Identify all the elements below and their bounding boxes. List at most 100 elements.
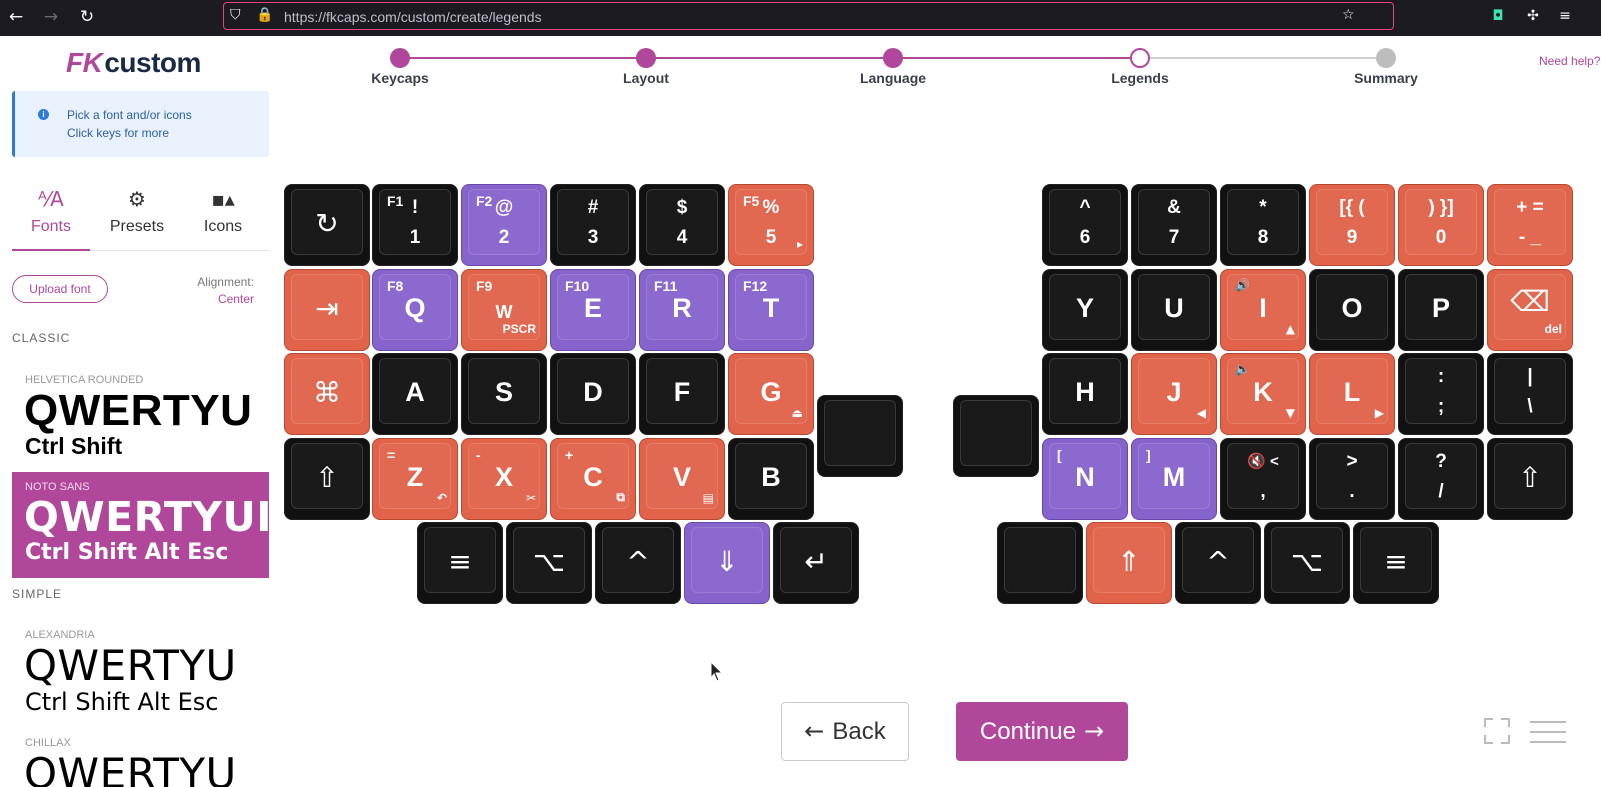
alignment-value[interactable]: Center [190,292,254,306]
address-bar[interactable]: ⛉ 🔒 https://fkcaps.com/custom/create/leg… [223,2,1394,30]
key-m[interactable]: ] M [1131,438,1217,520]
key-layer-up[interactable]: ⇑ [1086,522,1172,604]
key-j[interactable]: J ◀ [1131,353,1217,435]
back-button[interactable]: ← Back [781,702,909,761]
key-i[interactable]: 🔊 I ▲ [1220,269,1306,351]
key-s[interactable]: S [461,353,547,435]
key-d[interactable]: D [550,353,636,435]
key-w[interactable]: F9 W PSCR [461,269,547,351]
shield-icon[interactable]: ⛉ [230,7,241,23]
key-p[interactable]: P [1398,269,1484,351]
pocket-icon[interactable]: ◘ [1488,6,1508,26]
key-q[interactable]: F8 Q [372,269,458,351]
url-text[interactable]: https://fkcaps.com/custom/create/legends [284,9,542,25]
key-semicolon[interactable]: :; [1398,353,1484,435]
section-simple-heading: SIMPLE [12,587,63,601]
font-option-noto-sans[interactable]: NOTO SANS QWERTYUI Ctrl Shift Alt Esc [12,472,269,578]
step-language-label[interactable]: Language [833,70,953,86]
key-r[interactable]: F11 R [639,269,725,351]
key-1[interactable]: F1! 1 [372,184,458,266]
key-6[interactable]: ^ 6 [1042,184,1128,266]
key-n[interactable]: [N [1042,438,1128,520]
key-0[interactable]: ) }] 0 [1398,184,1484,266]
key-option-right[interactable]: ⌥ [1264,522,1350,604]
key-shift-right[interactable]: ⇧ [1487,438,1573,520]
key-control-left[interactable]: ^ [595,522,681,604]
step-language-dot[interactable] [883,48,903,68]
key-x[interactable]: - X ✂ [461,438,547,520]
key-layer-down[interactable]: ⇓ [684,522,770,604]
step-layout-dot[interactable] [636,48,656,68]
key-o[interactable]: O [1309,269,1395,351]
star-icon[interactable]: ☆ [1342,7,1355,23]
step-legends-dot[interactable] [1130,48,1150,68]
key-shift-left[interactable]: ⇧ [284,438,370,520]
key-k[interactable]: 🔈 K ▼ [1220,353,1306,435]
key-g[interactable]: G ⏏ [728,353,814,435]
key-f[interactable]: F [639,353,725,435]
key-8[interactable]: * 8 [1220,184,1306,266]
key-v[interactable]: V ▤ [639,438,725,520]
key-3[interactable]: #3 [550,184,636,266]
key-menu-right[interactable]: ≡ [1353,522,1439,604]
step-layout-label[interactable]: Layout [586,70,706,86]
key-blank-right[interactable] [953,395,1039,477]
key-menu-left[interactable]: ≡ [417,522,503,604]
key-h[interactable]: H [1042,353,1128,435]
key-blank-thumb[interactable] [997,522,1083,604]
fullscreen-icon[interactable] [1484,718,1510,744]
step-summary-label[interactable]: Summary [1326,70,1446,86]
font-option-alexandria[interactable]: ALEXANDRIA QWERTYU Ctrl Shift Alt Esc [12,620,269,718]
menu-icon[interactable] [1528,718,1568,746]
key-5[interactable]: F5% 5 ▸ [728,184,814,266]
key-4[interactable]: $4 [639,184,725,266]
key-y[interactable]: Y [1042,269,1128,351]
key-blank-left[interactable] [817,395,903,477]
upload-font-button[interactable]: Upload font [12,275,108,303]
key-e[interactable]: F10 E [550,269,636,351]
key-9[interactable]: [{ (9 [1309,184,1395,266]
app-menu-icon[interactable]: ≡ [1555,6,1575,26]
need-help-link[interactable]: Need help? [1539,54,1600,68]
font-option-chillax[interactable]: CHILLAX QWERTYU [12,728,269,787]
step-summary-dot[interactable] [1376,48,1396,68]
key-tab[interactable]: ⇥ [284,269,370,351]
key-backslash[interactable]: | \ [1487,353,1573,435]
key-legend-main: G [760,377,782,407]
key-a[interactable]: A [372,353,458,435]
tab-icons[interactable]: ▪▴ Icons [184,186,262,250]
back-icon[interactable]: ← [5,6,27,28]
logo[interactable]: FKcustom [66,47,201,79]
forward-icon[interactable]: → [40,6,62,28]
key-u[interactable]: U [1131,269,1217,351]
step-legends-label[interactable]: Legends [1080,70,1200,86]
reset-icon: ↻ [315,207,339,240]
key-comma[interactable]: 🔇 <, [1220,438,1306,520]
key-period[interactable]: >. [1309,438,1395,520]
key-2[interactable]: F2 @2 [461,184,547,266]
continue-button[interactable]: Continue → [956,702,1128,761]
key-slash[interactable]: ? / [1398,438,1484,520]
key-command[interactable]: ⌘ [284,353,370,435]
key-enter[interactable]: ↵ [773,522,859,604]
key-t[interactable]: F12 T [728,269,814,351]
lock-icon: 🔒 [256,7,274,23]
key-b[interactable]: B [728,438,814,520]
key-c[interactable]: + C ⧉ [550,438,636,520]
step-keycaps-dot[interactable] [390,48,410,68]
tab-presets[interactable]: ⚙ Presets [98,186,176,250]
reload-icon[interactable]: ↻ [76,6,98,28]
key-7[interactable]: & 7 [1131,184,1217,266]
font-option-helvetica-rounded[interactable]: HELVETICA ROUNDED QWERTYU Ctrl Shift [12,365,269,465]
key-control-right[interactable]: ^ [1175,522,1261,604]
key-legend-main: H [1075,377,1095,407]
tab-fonts[interactable]: ᴬ⁄A Fonts [12,186,90,250]
key-equals[interactable]: + = - _ [1487,184,1573,266]
step-keycaps-label[interactable]: Keycaps [340,70,460,86]
key-z[interactable]: = Z ↶ [372,438,458,520]
key-backspace[interactable]: ⌫ del [1487,269,1573,351]
key-reset[interactable]: ↻ [284,184,370,266]
key-l[interactable]: L ▶ [1309,353,1395,435]
extensions-icon[interactable]: ✣ [1523,6,1543,26]
key-option-left[interactable]: ⌥ [506,522,592,604]
